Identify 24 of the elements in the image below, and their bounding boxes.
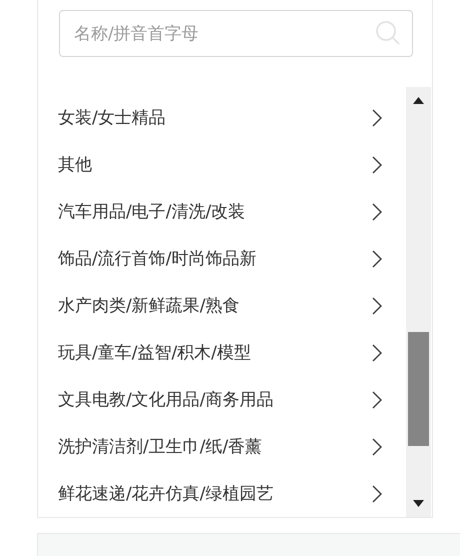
chevron-right-icon [372, 156, 382, 174]
scroll-up-icon[interactable] [413, 97, 424, 104]
chevron-right-icon [372, 250, 382, 268]
chevron-right-icon [372, 390, 382, 408]
chevron-right-icon [372, 202, 382, 220]
scrollbar[interactable] [406, 87, 431, 517]
category-item[interactable]: 鲜花速递/花卉仿真/绿植园艺 [58, 470, 382, 517]
category-item[interactable]: 饰品/流行首饰/时尚饰品新 [58, 235, 382, 282]
chevron-right-icon [372, 296, 382, 314]
chevron-right-icon [372, 484, 382, 502]
category-item[interactable]: 文具电教/文化用品/商务用品 [58, 376, 382, 423]
scroll-down-icon[interactable] [413, 500, 424, 507]
chevron-right-icon [372, 344, 382, 362]
category-item[interactable]: 水产肉类/新鲜蔬果/熟食 [58, 282, 382, 329]
category-item[interactable]: 洗护清洁剂/卫生巾/纸/香薰 [58, 423, 382, 470]
search-icon [375, 20, 401, 46]
category-item[interactable]: 其他 [58, 141, 382, 188]
chevron-right-icon [372, 438, 382, 456]
category-item[interactable]: 汽车用品/电子/清洗/改装 [58, 188, 382, 235]
search-field[interactable]: 名称/拼音首字母 [59, 10, 413, 57]
category-item[interactable]: 玩具/童车/益智/积木/模型 [58, 329, 382, 376]
scroll-thumb[interactable] [408, 332, 429, 446]
chevron-right-icon [372, 108, 382, 126]
category-item[interactable]: 女装/女士精品 [58, 94, 382, 141]
